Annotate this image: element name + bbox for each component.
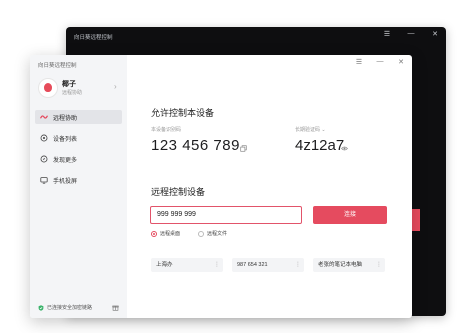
recent-device-label: 987 654 321 [237,262,268,268]
user-subtitle: 远程协助 [62,90,83,96]
minimize-icon[interactable]: — [375,58,385,66]
recent-device-label: 上海办 [156,262,173,268]
more-icon[interactable]: ⋮ [376,258,382,272]
eye-icon[interactable] [341,145,348,152]
menu-icon[interactable]: ☰ [354,58,364,66]
partner-id-input[interactable]: 999 999 999 [150,206,302,224]
allow-control-heading: 允许控制本设备 [151,108,215,118]
remote-control-heading: 远程控制设备 [151,187,206,197]
background-window-title: 向日葵远程控制 [74,35,113,41]
avatar[interactable] [38,78,58,98]
avatar-figure-icon [44,83,52,92]
passcode-label[interactable]: 长期验证码 ⌄ [295,126,326,133]
radio-checked-icon [151,230,157,237]
connection-mode-group: 远程桌面 远程文件 [151,230,227,237]
passcode-value: 4z12a7 [295,137,345,154]
shield-icon [38,304,44,311]
recent-device-item[interactable]: 987 654 321 ⋮ [232,258,304,272]
background-close-icon[interactable]: ✕ [430,30,440,38]
gift-icon[interactable] [112,304,119,311]
mode-remote-desktop-radio[interactable]: 远程桌面 [151,230,180,237]
username: 椰子 [62,81,76,88]
sidebar-item-label: 手机投屏 [53,178,78,185]
recent-devices: 上海办 ⋮ 987 654 321 ⋮ 老张的笔记本电脑 ⋮ [151,258,385,272]
app-title: 向日葵远程控制 [38,63,77,69]
chevron-right-icon[interactable]: › [114,82,117,91]
main-content: ☰ — ✕ 允许控制本设备 本设备识别码 123 456 789 长期验证码 ⌄… [127,55,412,318]
main-window: 向日葵远程控制 椰子 远程协助 › 远程协助 设备列表 发现更多 手机投屏 已连… [30,55,412,318]
close-icon[interactable]: ✕ [396,58,406,66]
sidebar-item-screen-cast[interactable]: 手机投屏 [35,173,122,187]
radio-unchecked-icon [198,230,205,237]
connect-button[interactable]: 连接 [313,206,387,224]
device-list-icon [39,134,48,143]
background-minimize-icon[interactable]: — [406,30,416,38]
radio-label: 远程文件 [207,231,228,237]
recent-device-item[interactable]: 老张的笔记本电脑 ⋮ [313,258,385,272]
device-code-label: 本设备识别码 [151,127,182,133]
recent-device-item[interactable]: 上海办 ⋮ [151,258,223,272]
secure-connection-text: 已连接安全加密链路 [47,305,93,311]
secure-connection-status: 已连接安全加密链路 [38,304,92,311]
more-icon[interactable]: ⋮ [214,258,220,272]
screen-cast-icon [39,176,48,185]
radio-label: 远程桌面 [160,231,181,237]
copy-icon[interactable] [240,145,247,152]
remote-assist-icon [39,113,48,122]
background-window-controls: ☰ — ✕ [382,30,440,38]
sidebar-item-device-list[interactable]: 设备列表 [35,131,122,145]
device-code-value: 123 456 789 [151,137,240,154]
sidebar-nav: 远程协助 设备列表 发现更多 手机投屏 [35,110,122,194]
discover-icon [39,155,48,164]
sidebar-item-label: 远程协助 [53,115,78,122]
sidebar-item-label: 设备列表 [53,136,78,143]
recent-device-label: 老张的笔记本电脑 [318,262,363,268]
sidebar-item-label: 发现更多 [53,157,78,164]
more-icon[interactable]: ⋮ [295,258,301,272]
sidebar-item-remote-assist[interactable]: 远程协助 [35,110,122,124]
sidebar-item-discover[interactable]: 发现更多 [35,152,122,166]
background-menu-icon[interactable]: ☰ [382,30,392,38]
mode-remote-file-radio[interactable]: 远程文件 [198,230,227,237]
window-controls: ☰ — ✕ [354,58,406,66]
sidebar: 向日葵远程控制 椰子 远程协助 › 远程协助 设备列表 发现更多 手机投屏 已连… [30,55,127,318]
